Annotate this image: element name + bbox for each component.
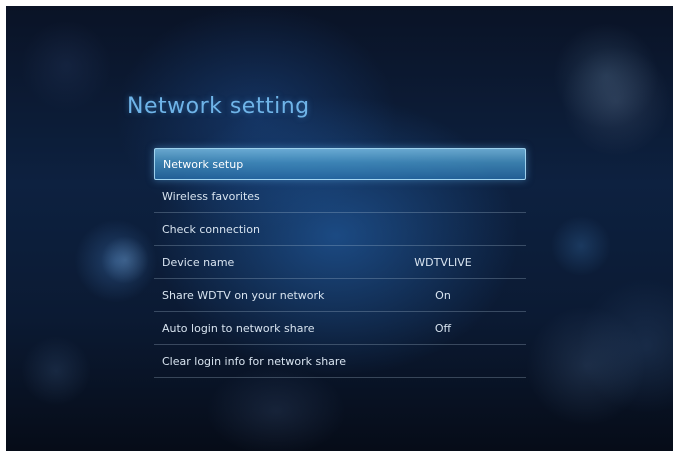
menu-item-wireless-favorites[interactable]: Wireless favorites (154, 180, 526, 213)
menu-item-value: On (435, 288, 451, 302)
menu-item-device-name[interactable]: Device name WDTVLIVE (154, 246, 526, 279)
menu-item-label: Check connection (162, 222, 260, 236)
menu-item-label: Clear login info for network share (162, 354, 346, 368)
background-bokeh (526, 306, 646, 426)
page-title: Network setting (127, 94, 310, 119)
menu-item-label: Wireless favorites (162, 189, 260, 203)
menu-item-network-setup[interactable]: Network setup (154, 148, 526, 180)
menu-item-label: Auto login to network share (162, 321, 315, 335)
menu-item-clear-login-info[interactable]: Clear login info for network share (154, 345, 526, 378)
menu-item-share-wdtv[interactable]: Share WDTV on your network On (154, 279, 526, 312)
background-bokeh (21, 336, 91, 406)
menu-item-label: Network setup (163, 157, 244, 171)
menu-item-value: Off (434, 321, 452, 335)
settings-menu: Network setup Wireless favorites Check c… (154, 148, 526, 378)
menu-item-auto-login[interactable]: Auto login to network share Off (154, 312, 526, 345)
menu-item-value: WDTVLIVE (414, 255, 472, 269)
background-bokeh (206, 366, 346, 451)
tv-screen: Network setting Network setup Wireless f… (6, 6, 673, 451)
background-bokeh (561, 46, 671, 156)
background-bokeh (101, 236, 149, 284)
menu-item-check-connection[interactable]: Check connection (154, 213, 526, 246)
menu-item-label: Share WDTV on your network (162, 288, 325, 302)
menu-item-label: Device name (162, 255, 235, 269)
